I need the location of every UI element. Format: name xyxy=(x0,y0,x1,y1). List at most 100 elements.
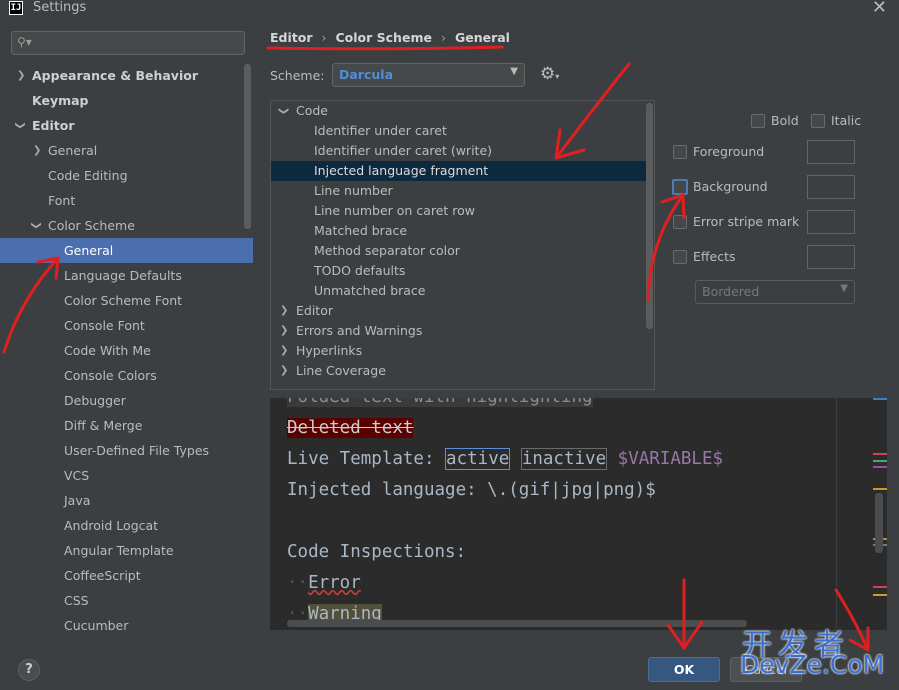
chevron-down-icon[interactable]: ❯ xyxy=(8,121,33,129)
attr-item[interactable]: TODO defaults xyxy=(271,261,647,281)
attr-group-code[interactable]: ❯ Code xyxy=(271,101,647,121)
error-stripe-color-swatch[interactable] xyxy=(807,210,855,234)
sidebar-item-keymap[interactable]: Keymap xyxy=(0,88,253,113)
cancel-button[interactable]: Cancel xyxy=(730,657,802,682)
sidebar-item-label: CSS xyxy=(64,593,89,608)
sidebar-item-editor-general[interactable]: ❯ General xyxy=(0,138,253,163)
chevron-right-icon[interactable]: ❯ xyxy=(280,361,288,381)
gear-icon[interactable]: ⚙▾ xyxy=(540,64,559,84)
effects-color-swatch[interactable] xyxy=(807,245,855,269)
background-color-swatch[interactable] xyxy=(807,175,855,199)
attr-item[interactable]: Unmatched brace xyxy=(271,281,647,301)
preview-horizontal-scrollbar[interactable] xyxy=(287,620,747,627)
chevron-right-icon[interactable]: ❯ xyxy=(280,321,288,341)
chevron-right-icon[interactable]: ❯ xyxy=(17,63,25,88)
attr-group-line-coverage[interactable]: ❯ Line Coverage xyxy=(271,361,647,381)
breadcrumb-separator: › xyxy=(321,30,327,45)
sidebar-item-label: Color Scheme Font xyxy=(64,293,183,308)
attr-group-editor[interactable]: ❯ Editor xyxy=(271,301,647,321)
attr-item[interactable]: Method separator color xyxy=(271,241,647,261)
background-checkbox[interactable] xyxy=(672,179,688,195)
preview-editor[interactable]: Folded text with highlighting Deleted te… xyxy=(270,398,887,630)
scheme-dropdown[interactable]: Darcula ▼ xyxy=(332,63,525,87)
error-stripe-checkbox[interactable] xyxy=(673,215,687,229)
sidebar-item-vcs[interactable]: VCS xyxy=(0,463,253,488)
sidebar-item-color-scheme-font[interactable]: Color Scheme Font xyxy=(0,288,253,313)
attr-label: Editor xyxy=(296,303,333,318)
preview-vertical-scrollbar[interactable] xyxy=(875,493,883,553)
sidebar-item-code-editing[interactable]: Code Editing xyxy=(0,163,253,188)
sidebar-scrollbar[interactable] xyxy=(244,64,251,229)
settings-tree: ❯ Appearance & Behavior Keymap ❯ Editor … xyxy=(0,63,253,638)
sidebar-item-label: Keymap xyxy=(32,93,89,108)
sidebar-item-java[interactable]: Java xyxy=(0,488,253,513)
attr-label: Line number on caret row xyxy=(314,203,476,218)
sidebar-item-console-colors[interactable]: Console Colors xyxy=(0,363,253,388)
attr-item[interactable]: Line number on caret row xyxy=(271,201,647,221)
settings-sidebar: ⚲▾ ❯ Appearance & Behavior Keymap ❯ Edit… xyxy=(0,22,253,645)
sidebar-item-label: Angular Template xyxy=(64,543,174,558)
title-bar: IJ Settings ✕ xyxy=(0,0,899,18)
search-input[interactable] xyxy=(38,34,238,52)
sidebar-item-user-defined-file-types[interactable]: User-Defined File Types xyxy=(0,438,253,463)
chevron-right-icon[interactable]: ❯ xyxy=(33,138,41,163)
effects-type-dropdown[interactable]: Bordered ▼ xyxy=(695,280,855,304)
foreground-checkbox[interactable] xyxy=(673,145,687,159)
inactive-template-var: inactive xyxy=(520,448,608,470)
sidebar-item-console-font[interactable]: Console Font xyxy=(0,313,253,338)
close-icon[interactable]: ✕ xyxy=(872,0,887,18)
sidebar-item-editor[interactable]: ❯ Editor xyxy=(0,113,253,138)
template-variable: $VARIABLE$ xyxy=(617,449,724,469)
sidebar-item-color-scheme[interactable]: ❯ Color Scheme xyxy=(0,213,253,238)
sidebar-item-label: Editor xyxy=(32,118,75,133)
sidebar-item-font[interactable]: Font xyxy=(0,188,253,213)
sidebar-item-appearance-behavior[interactable]: ❯ Appearance & Behavior xyxy=(0,63,253,88)
sidebar-item-cucumber[interactable]: Cucumber xyxy=(0,613,253,638)
sidebar-item-coffeescript[interactable]: CoffeeScript xyxy=(0,563,253,588)
chevron-down-icon[interactable]: ❯ xyxy=(24,221,49,229)
bold-label: Bold xyxy=(771,113,799,128)
sidebar-item-code-with-me[interactable]: Code With Me xyxy=(0,338,253,363)
foreground-label: Foreground xyxy=(693,144,765,159)
sidebar-item-color-scheme-general[interactable]: General xyxy=(0,238,253,263)
preview-inspections-line: Code Inspections: xyxy=(287,542,467,562)
sidebar-item-label: Cucumber xyxy=(64,618,129,633)
chevron-down-icon: ▼ xyxy=(840,283,848,294)
attr-item[interactable]: Matched brace xyxy=(271,221,647,241)
window-title: Settings xyxy=(33,0,87,15)
attr-item[interactable]: Line number xyxy=(271,181,647,201)
attr-item[interactable]: Identifier under caret xyxy=(271,121,647,141)
sidebar-item-angular-template[interactable]: Angular Template xyxy=(0,538,253,563)
chevron-right-icon[interactable]: ❯ xyxy=(280,341,288,361)
sidebar-item-language-defaults[interactable]: Language Defaults xyxy=(0,263,253,288)
sidebar-item-android-logcat[interactable]: Android Logcat xyxy=(0,513,253,538)
annotation-underline xyxy=(266,45,504,51)
help-button[interactable]: ? xyxy=(18,659,40,681)
attr-label: Line number xyxy=(314,183,393,198)
attr-item[interactable]: Identifier under caret (write) xyxy=(271,141,647,161)
attr-label: Identifier under caret (write) xyxy=(314,143,493,158)
effects-checkbox[interactable] xyxy=(673,250,687,264)
sidebar-item-debugger[interactable]: Debugger xyxy=(0,388,253,413)
stripe-marker xyxy=(873,460,887,462)
ok-button[interactable]: OK xyxy=(648,657,720,682)
sidebar-item-label: Language Defaults xyxy=(64,268,182,283)
search-field[interactable]: ⚲▾ xyxy=(11,31,245,55)
italic-checkbox[interactable] xyxy=(811,114,825,128)
sidebar-item-css[interactable]: CSS xyxy=(0,588,253,613)
attr-item-selected[interactable]: Injected language fragment xyxy=(271,161,647,181)
breadcrumb-editor[interactable]: Editor xyxy=(270,30,313,45)
sidebar-item-diff-merge[interactable]: Diff & Merge xyxy=(0,413,253,438)
sidebar-item-label: Console Colors xyxy=(64,368,157,383)
bold-checkbox[interactable] xyxy=(751,114,765,128)
chevron-right-icon[interactable]: ❯ xyxy=(280,301,288,321)
stripe-marker xyxy=(873,453,887,455)
breadcrumb-color-scheme[interactable]: Color Scheme xyxy=(336,30,432,45)
chevron-down-icon[interactable]: ❯ xyxy=(273,107,293,115)
search-icon: ⚲▾ xyxy=(17,35,32,49)
attributes-scrollbar[interactable] xyxy=(646,103,653,329)
attr-group-hyperlinks[interactable]: ❯ Hyperlinks xyxy=(271,341,647,361)
foreground-color-swatch[interactable] xyxy=(807,140,855,164)
sidebar-item-label: Android Logcat xyxy=(64,518,159,533)
attr-group-errors-warnings[interactable]: ❯ Errors and Warnings xyxy=(271,321,647,341)
